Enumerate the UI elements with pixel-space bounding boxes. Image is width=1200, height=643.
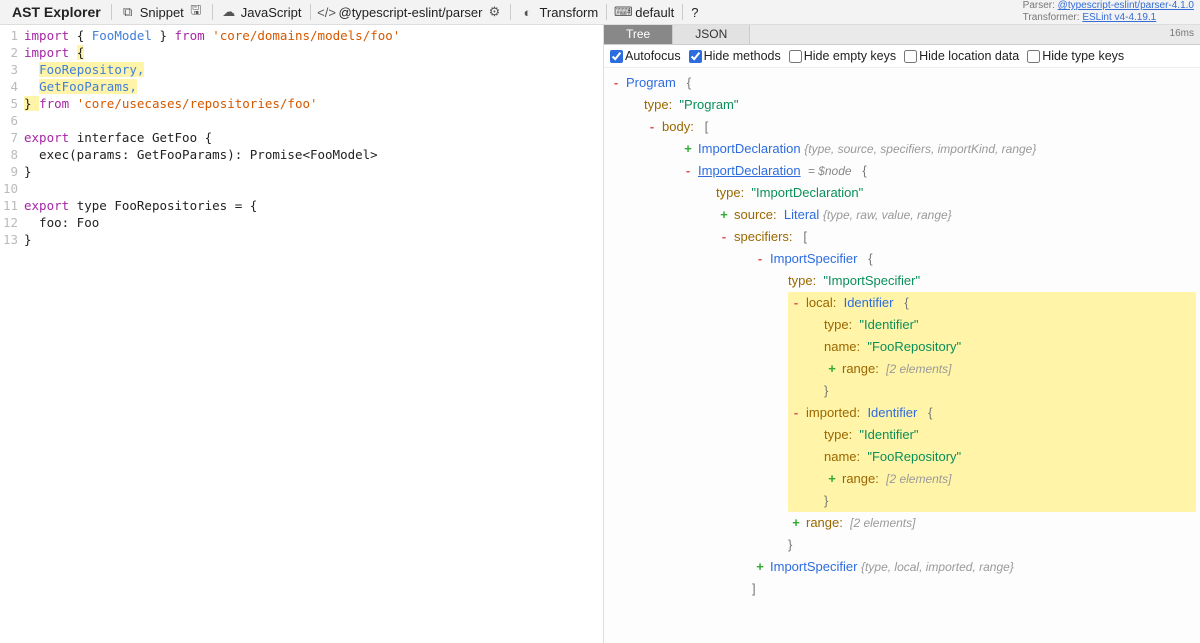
help-label: ? — [691, 5, 698, 20]
line-number: 1 — [0, 27, 24, 44]
line-number: 5 — [0, 95, 24, 112]
line-number: 8 — [0, 146, 24, 163]
code-line[interactable]: 4 GetFooParams, — [0, 78, 603, 95]
save-icon: 🖫 — [188, 4, 204, 20]
opt-hide-location[interactable]: Hide location data — [904, 49, 1019, 63]
parser-label: @typescript-eslint/parser — [339, 5, 483, 20]
code-line[interactable]: 1import { FooModel } from 'core/domains/… — [0, 27, 603, 44]
tree-options: Autofocus Hide methods Hide empty keys H… — [604, 45, 1200, 68]
line-number: 7 — [0, 129, 24, 146]
node-program[interactable]: Program — [626, 75, 676, 90]
line-number: 13 — [0, 231, 24, 248]
expand-icon[interactable]: + — [754, 556, 766, 578]
code-line[interactable]: 6 — [0, 112, 603, 129]
toolbar: AST Explorer ⧉ Snippet 🖫 ☁ JavaScript </… — [0, 0, 1200, 25]
cloud-icon: ☁ — [221, 4, 237, 20]
node-import-specifier[interactable]: ImportSpecifier — [770, 251, 857, 266]
snippet-menu[interactable]: ⧉ Snippet 🖫 — [114, 0, 210, 24]
line-number: 11 — [0, 197, 24, 214]
parse-time: 16ms — [1170, 28, 1194, 39]
keyboard-icon: ⌨ — [615, 4, 631, 20]
line-number: 6 — [0, 112, 24, 129]
default-label: default — [635, 5, 674, 20]
code-line[interactable]: 11export type FooRepositories = { — [0, 197, 603, 214]
collapse-icon[interactable]: - — [718, 226, 730, 248]
collapse-icon[interactable]: - — [682, 160, 694, 182]
expand-icon[interactable]: + — [790, 512, 802, 534]
opt-autofocus[interactable]: Autofocus — [610, 49, 681, 63]
node-import-declaration[interactable]: ImportDeclaration — [698, 141, 801, 156]
code-line[interactable]: 3 FooRepository, — [0, 61, 603, 78]
language-menu[interactable]: ☁ JavaScript — [215, 0, 308, 24]
opt-hide-type[interactable]: Hide type keys — [1027, 49, 1124, 63]
snippet-label: Snippet — [140, 5, 184, 20]
tab-json[interactable]: JSON — [673, 25, 750, 44]
line-number: 2 — [0, 44, 24, 61]
collapse-icon[interactable]: - — [754, 248, 766, 270]
parser-info: Parser: @typescript-eslint/parser-4.1.0 … — [1023, 0, 1194, 24]
opt-hide-empty[interactable]: Hide empty keys — [789, 49, 896, 63]
code-editor[interactable]: 1import { FooModel } from 'core/domains/… — [0, 25, 604, 643]
node-import-specifier[interactable]: ImportSpecifier — [770, 559, 857, 574]
expand-icon[interactable]: + — [826, 468, 838, 490]
toggle-icon: ◐ — [519, 4, 535, 20]
tab-tree[interactable]: Tree — [604, 25, 673, 44]
code-line[interactable]: 9} — [0, 163, 603, 180]
line-number: 10 — [0, 180, 24, 197]
code-line[interactable]: 5} from 'core/usecases/repositories/foo' — [0, 95, 603, 112]
language-label: JavaScript — [241, 5, 302, 20]
transform-label: Transform — [539, 5, 598, 20]
brand-title: AST Explorer — [4, 4, 109, 20]
code-line[interactable]: 2import { — [0, 44, 603, 61]
collapse-icon[interactable]: - — [790, 402, 802, 424]
help-button[interactable]: ? — [685, 0, 704, 24]
code-line[interactable]: 8 exec(params: GetFooParams): Promise<Fo… — [0, 146, 603, 163]
line-number: 3 — [0, 61, 24, 78]
opt-hide-methods[interactable]: Hide methods — [689, 49, 781, 63]
output-tabs: Tree JSON 16ms — [604, 25, 1200, 45]
code-icon: </> — [319, 4, 335, 20]
parser-menu[interactable]: </> @typescript-eslint/parser ⚙ — [313, 0, 509, 24]
default-menu[interactable]: ⌨ default — [609, 0, 680, 24]
ast-tree[interactable]: - Program { type: "Program" - body: [ + — [604, 68, 1200, 643]
line-number: 12 — [0, 214, 24, 231]
ast-pane: Tree JSON 16ms Autofocus Hide methods Hi… — [604, 25, 1200, 643]
code-line[interactable]: 10 — [0, 180, 603, 197]
collapse-icon[interactable]: - — [790, 292, 802, 314]
expand-icon[interactable]: + — [682, 138, 694, 160]
node-import-declaration[interactable]: ImportDeclaration — [698, 163, 801, 178]
snippet-icon: ⧉ — [120, 4, 136, 20]
expand-icon[interactable]: + — [718, 204, 730, 226]
collapse-icon[interactable]: - — [646, 116, 658, 138]
transformer-link[interactable]: ESLint v4-4.19.1 — [1082, 12, 1156, 23]
code-line[interactable]: 13} — [0, 231, 603, 248]
line-number: 4 — [0, 78, 24, 95]
transform-toggle[interactable]: ◐ Transform — [513, 0, 604, 24]
code-line[interactable]: 7export interface GetFoo { — [0, 129, 603, 146]
line-number: 9 — [0, 163, 24, 180]
collapse-icon[interactable]: - — [610, 72, 622, 94]
code-line[interactable]: 12 foo: Foo — [0, 214, 603, 231]
parser-link[interactable]: @typescript-eslint/parser-4.1.0 — [1058, 0, 1194, 11]
expand-icon[interactable]: + — [826, 358, 838, 380]
gear-icon: ⚙ — [486, 4, 502, 20]
